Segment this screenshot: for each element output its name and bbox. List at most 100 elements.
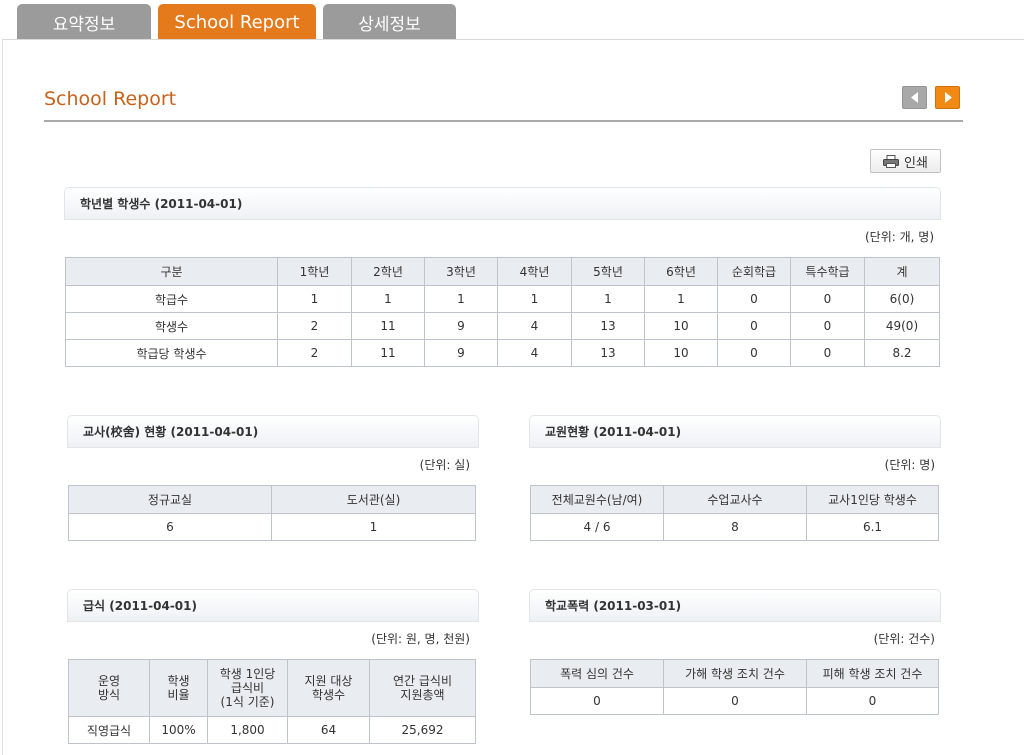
table-row: 학급수 1 1 1 1 1 1 0 0 6(0)	[65, 285, 940, 313]
table-cell: 9	[424, 339, 498, 367]
violence-section-unit: (단위: 건수)	[873, 632, 935, 646]
table-cell: 0	[717, 339, 791, 367]
page-title: School Report	[44, 88, 177, 110]
table-cell: 2	[277, 312, 352, 340]
column-header: 5학년	[571, 257, 645, 286]
table-cell: 13	[571, 339, 645, 367]
violence-section-title: 학교폭력 (2011-03-01)	[545, 599, 682, 613]
column-header: 2학년	[351, 257, 425, 286]
table-row: 6 1	[68, 513, 476, 541]
staff-table: 전체교원수(남/여) 수업교사수 교사1인당 학생수 4 / 6 8 6.1	[530, 485, 939, 541]
table-cell: 0	[717, 285, 791, 313]
content-panel	[2, 39, 1024, 755]
column-header: 지원 대상 학생수	[287, 659, 370, 717]
classroom-section-title: 교사(校舍) 현황 (2011-04-01)	[83, 425, 259, 439]
table-cell: 11	[351, 312, 425, 340]
meal-section-header: 급식 (2011-04-01)	[67, 589, 479, 622]
tab-details[interactable]: 상세정보	[323, 4, 456, 40]
table-cell: 0	[663, 687, 807, 715]
table-cell: 49(0)	[864, 312, 940, 340]
table-header-row: 정규교실 도서관(실)	[68, 485, 476, 514]
table-cell: 13	[571, 312, 645, 340]
meal-section-unit: (단위: 원, 명, 천원)	[371, 632, 470, 646]
column-header: 순회학급	[717, 257, 791, 286]
column-header: 폭력 심의 건수	[530, 659, 664, 688]
table-header-row: 전체교원수(남/여) 수업교사수 교사1인당 학생수	[530, 485, 939, 514]
table-cell: 1	[271, 513, 476, 541]
prev-button[interactable]	[902, 86, 927, 109]
table-cell: 학급당 학생수	[65, 339, 278, 367]
print-label: 인쇄	[904, 155, 928, 171]
column-header: 운영 방식	[68, 659, 150, 717]
table-cell: 100%	[149, 716, 208, 744]
arrow-right-icon	[944, 92, 952, 103]
table-cell: 11	[351, 339, 425, 367]
table-cell: 4	[497, 312, 572, 340]
table-cell: 1	[424, 285, 498, 313]
tab-school-report[interactable]: School Report	[158, 4, 316, 40]
violence-section-header: 학교폭력 (2011-03-01)	[529, 589, 941, 622]
column-header: 1학년	[277, 257, 352, 286]
table-cell: 4 / 6	[530, 513, 664, 541]
table-cell: 학급수	[65, 285, 278, 313]
table-cell: 0	[717, 312, 791, 340]
column-header: 연간 급식비 지원총액	[369, 659, 476, 717]
table-cell: 4	[497, 339, 572, 367]
table-cell: 0	[806, 687, 939, 715]
table-cell: 1	[571, 285, 645, 313]
column-header: 3학년	[424, 257, 498, 286]
grade-section-title: 학년별 학생수 (2011-04-01)	[80, 197, 243, 211]
table-cell: 1	[497, 285, 572, 313]
column-header: 계	[864, 257, 940, 286]
staff-section-title: 교원현황 (2011-04-01)	[545, 425, 682, 439]
table-cell: 2	[277, 339, 352, 367]
column-header: 특수학급	[790, 257, 865, 286]
violence-table: 폭력 심의 건수 가해 학생 조치 건수 피해 학생 조치 건수 0 0 0	[530, 659, 939, 715]
staff-section-header: 교원현황 (2011-04-01)	[529, 415, 941, 448]
table-cell: 64	[287, 716, 370, 744]
classroom-table: 정규교실 도서관(실) 6 1	[68, 485, 476, 541]
column-header: 교사1인당 학생수	[806, 485, 939, 514]
column-header: 전체교원수(남/여)	[530, 485, 664, 514]
table-cell: 학생수	[65, 312, 278, 340]
table-cell: 6(0)	[864, 285, 940, 313]
table-cell: 6	[68, 513, 272, 541]
meal-section-title: 급식 (2011-04-01)	[83, 599, 197, 613]
table-row: 4 / 6 8 6.1	[530, 513, 939, 541]
column-header: 구분	[65, 257, 278, 286]
table-row: 0 0 0	[530, 687, 939, 715]
table-cell: 1	[351, 285, 425, 313]
table-cell: 직영급식	[68, 716, 150, 744]
table-cell: 10	[644, 312, 718, 340]
table-row: 학생수 2 11 9 4 13 10 0 0 49(0)	[65, 312, 940, 340]
grade-table: 구분 1학년 2학년 3학년 4학년 5학년 6학년 순회학급 특수학급 계 학…	[65, 257, 940, 367]
table-header-row: 구분 1학년 2학년 3학년 4학년 5학년 6학년 순회학급 특수학급 계	[65, 257, 940, 286]
tab-bar: 요약정보 School Report 상세정보	[0, 0, 1024, 40]
table-row: 직영급식 100% 1,800 64 25,692	[68, 716, 476, 744]
table-cell: 0	[790, 312, 865, 340]
table-header-row: 폭력 심의 건수 가해 학생 조치 건수 피해 학생 조치 건수	[530, 659, 939, 688]
next-button[interactable]	[935, 86, 960, 109]
staff-section-unit: (단위: 명)	[884, 458, 935, 472]
table-cell: 1	[644, 285, 718, 313]
column-header: 학생 비율	[149, 659, 208, 717]
column-header: 정규교실	[68, 485, 272, 514]
print-button[interactable]: 인쇄	[870, 149, 941, 173]
table-cell: 1,800	[207, 716, 288, 744]
table-cell: 8	[663, 513, 807, 541]
column-header: 가해 학생 조치 건수	[663, 659, 807, 688]
column-header: 피해 학생 조치 건수	[806, 659, 939, 688]
column-header: 도서관(실)	[271, 485, 476, 514]
column-header: 학생 1인당 급식비 (1식 기준)	[207, 659, 288, 717]
table-cell: 9	[424, 312, 498, 340]
grade-section-header: 학년별 학생수 (2011-04-01)	[64, 187, 941, 220]
table-header-row: 운영 방식 학생 비율 학생 1인당 급식비 (1식 기준) 지원 대상 학생수…	[68, 659, 476, 717]
column-header: 4학년	[497, 257, 572, 286]
table-cell: 25,692	[369, 716, 476, 744]
column-header: 6학년	[644, 257, 718, 286]
meal-table: 운영 방식 학생 비율 학생 1인당 급식비 (1식 기준) 지원 대상 학생수…	[68, 659, 476, 744]
grade-section-unit: (단위: 개, 명)	[864, 230, 934, 244]
tab-summary[interactable]: 요약정보	[17, 4, 151, 40]
table-cell: 0	[530, 687, 664, 715]
classroom-section-unit: (단위: 실)	[419, 458, 470, 472]
